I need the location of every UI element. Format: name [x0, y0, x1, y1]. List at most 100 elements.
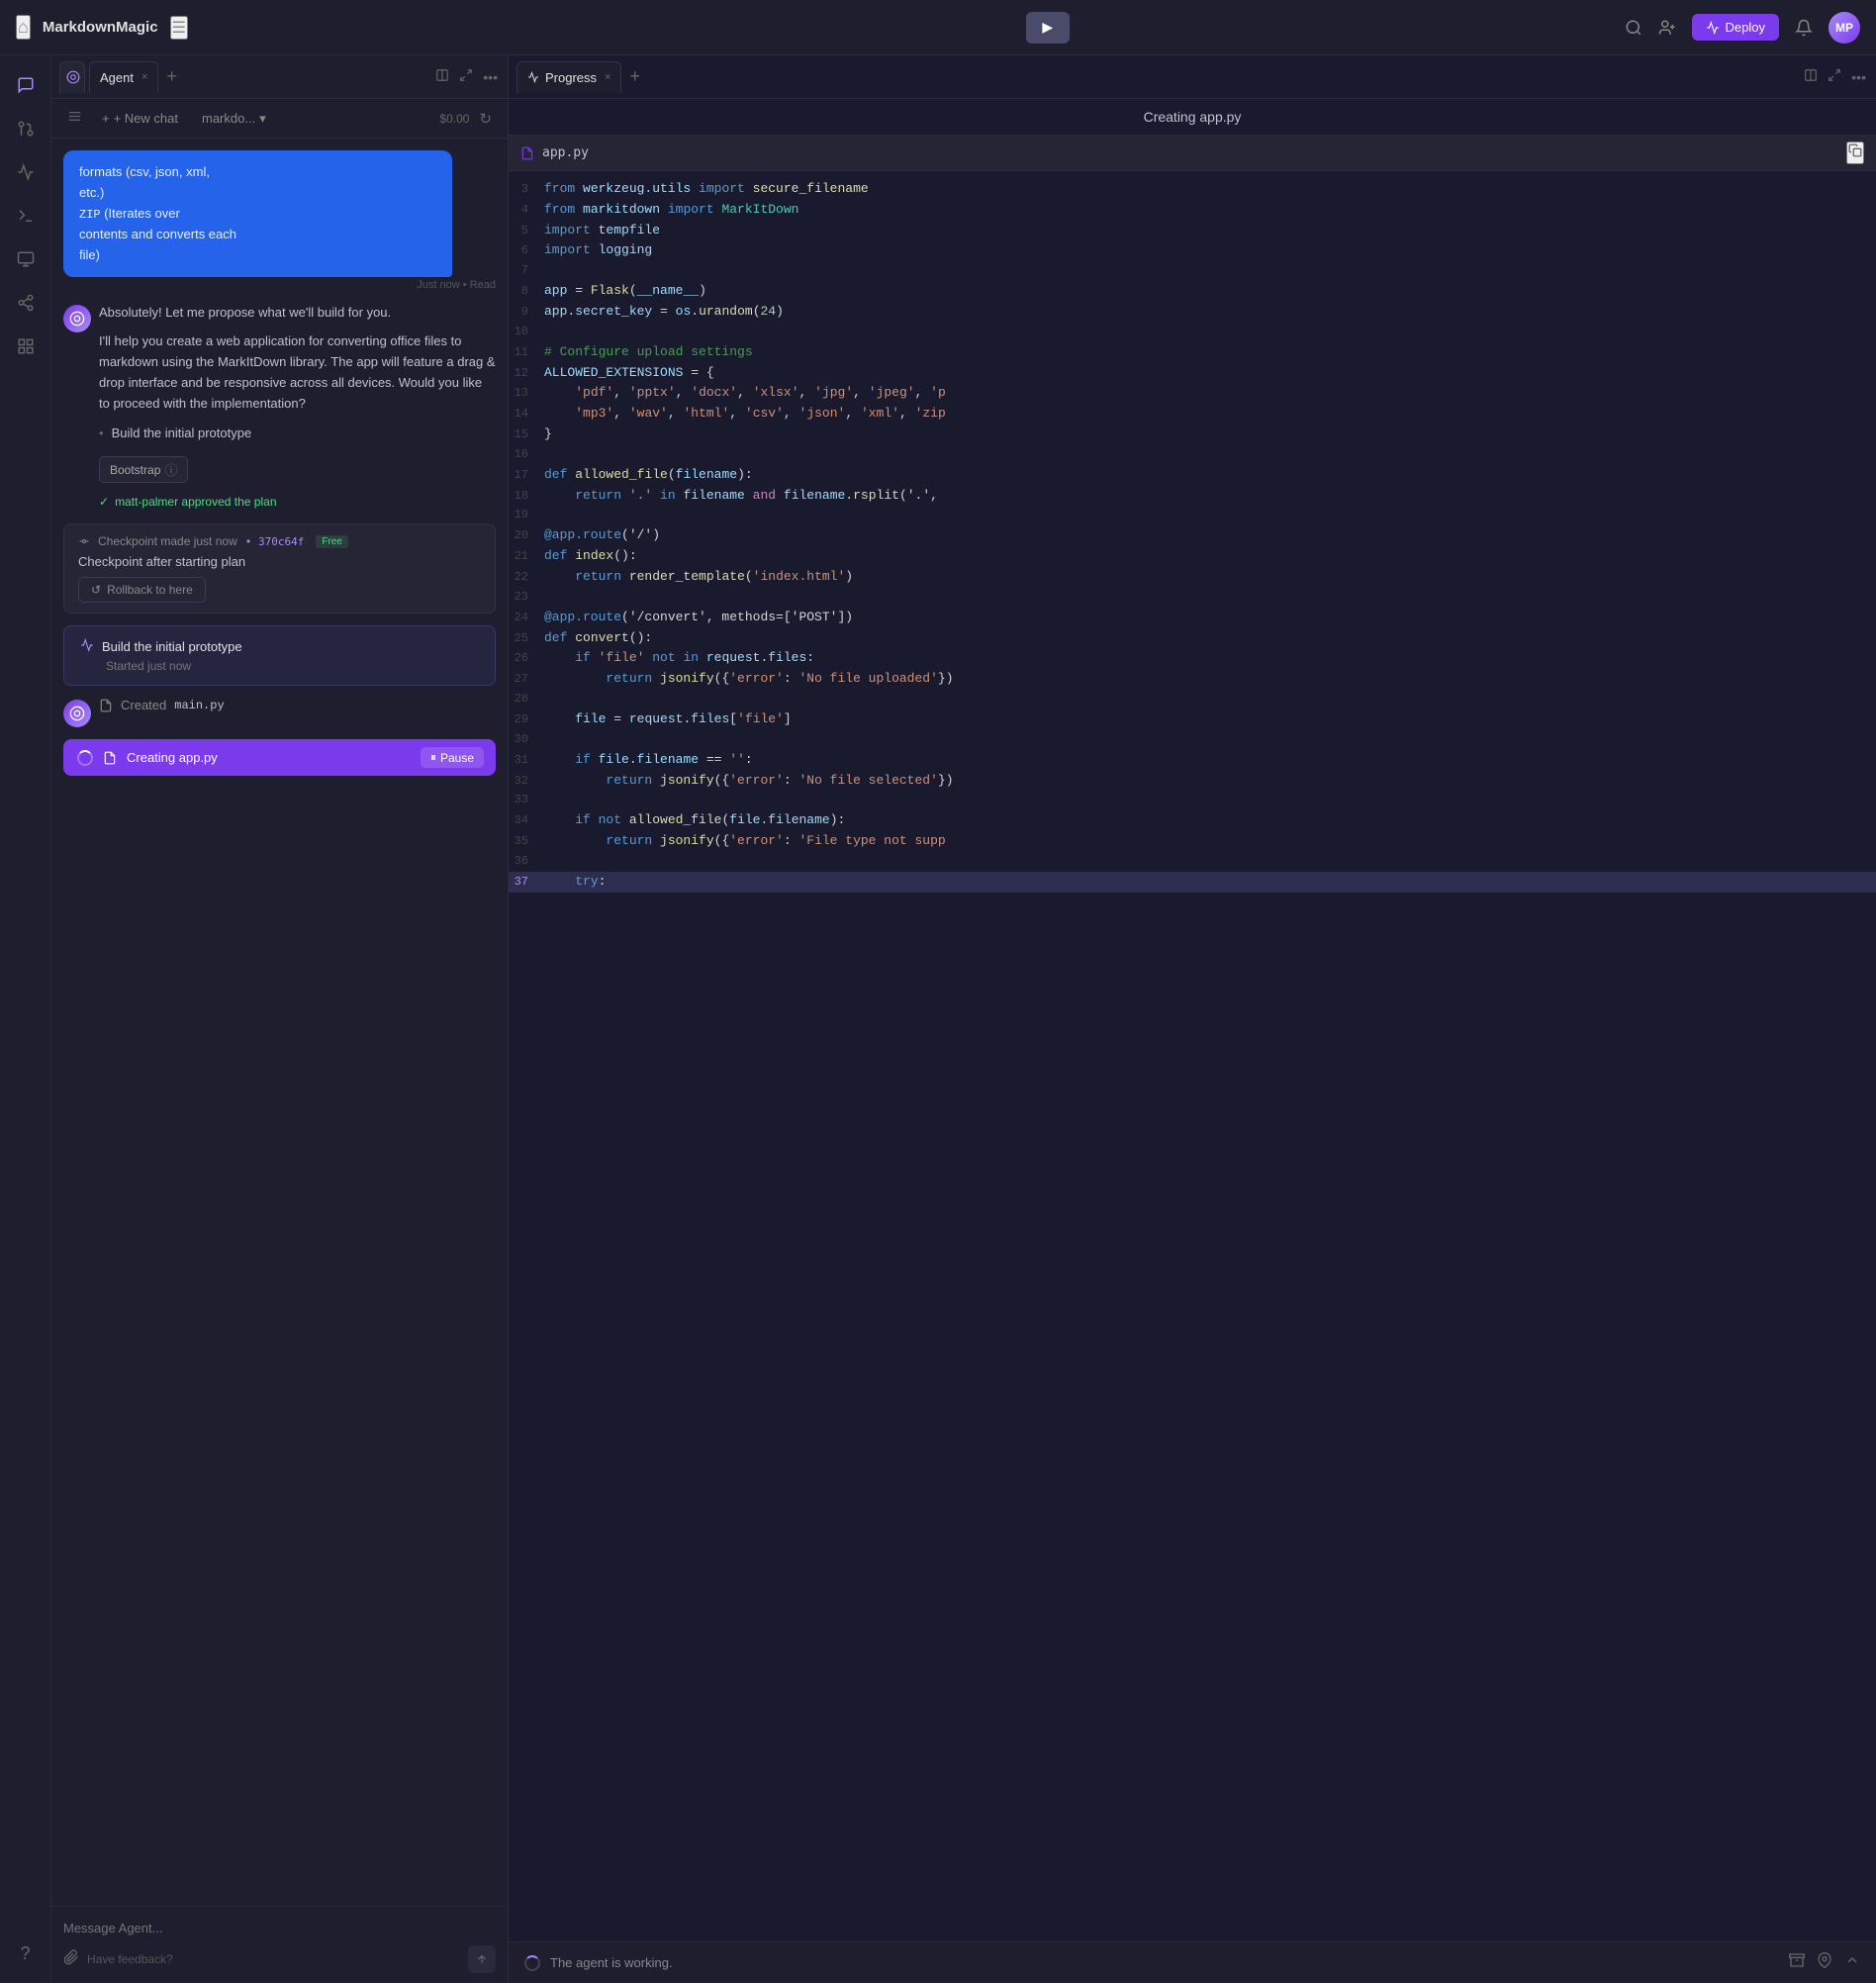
app-title: MarkdownMagic: [43, 19, 158, 36]
notifications-button[interactable]: [1795, 19, 1813, 37]
right-tab-add-button[interactable]: +: [625, 66, 644, 87]
home-button[interactable]: ⌂: [16, 15, 31, 40]
editor-filename: app.py: [542, 145, 589, 160]
message-timestamp-1: Just now • Read: [63, 279, 496, 291]
code-line-27: 27 return jsonify({'error': 'No file upl…: [509, 669, 1876, 690]
created-file-ref: main.py: [174, 699, 224, 712]
copy-button[interactable]: [1846, 142, 1864, 164]
tab-agent-icon: [59, 61, 85, 93]
agent-text-1: Absolutely! Let me propose what we'll bu…: [99, 303, 496, 512]
sidebar-icon-deploy[interactable]: [8, 154, 44, 190]
progress-spinner: [77, 750, 93, 766]
code-line-19: 19: [509, 506, 1876, 525]
progress-label: Creating app.py: [127, 750, 218, 765]
user-message-1: formats (csv, json, xml,etc.)ZIP (Iterat…: [63, 150, 496, 291]
code-line-29: 29 file = request.files['file']: [509, 709, 1876, 730]
sidebar-icon-monitor[interactable]: [8, 241, 44, 277]
code-line-22: 22 return render_template('index.html'): [509, 567, 1876, 588]
sidebar-icon-grid[interactable]: [8, 329, 44, 364]
checkpoint-title: Checkpoint after starting plan: [78, 554, 481, 569]
main-content: ? Agent × +: [0, 55, 1876, 1983]
sidebar-icon-git[interactable]: [8, 111, 44, 146]
tab-agent[interactable]: Agent ×: [89, 61, 158, 93]
code-line-3: 3from werkzeug.utils import secure_filen…: [509, 179, 1876, 200]
sidebar-icon-terminal[interactable]: [8, 198, 44, 234]
split-view-button[interactable]: [433, 66, 451, 87]
task-icon: [80, 638, 94, 655]
code-line-35: 35 return jsonify({'error': 'File type n…: [509, 831, 1876, 852]
code-line-31: 31 if file.filename == '':: [509, 750, 1876, 771]
new-chat-button[interactable]: + + New chat: [94, 107, 186, 130]
right-panel-tabs: Progress × + •••: [509, 55, 1876, 99]
header-center: ▶: [471, 12, 1625, 44]
left-sidebar: ?: [0, 55, 51, 1983]
collapse-button[interactable]: [1844, 1952, 1860, 1973]
agent-action-message: Created main.py: [63, 698, 496, 727]
deploy-button[interactable]: Deploy: [1692, 14, 1779, 41]
task-card: Build the initial prototype Started just…: [63, 625, 496, 686]
code-line-30: 30: [509, 730, 1876, 750]
code-line-37: 37 try:: [509, 872, 1876, 893]
tab-agent-close[interactable]: ×: [141, 71, 147, 83]
chat-input-row: Have feedback?: [63, 1939, 496, 1973]
pause-button[interactable]: ⏸ Pause: [421, 747, 484, 768]
tab-add-button[interactable]: +: [162, 66, 181, 87]
panel-tabs: Agent × + •••: [51, 55, 508, 99]
plan-item-1: Build the initial prototype: [99, 422, 496, 446]
sidebar-icon-chat[interactable]: [8, 67, 44, 103]
code-line-21: 21def index():: [509, 546, 1876, 567]
right-split-view-button[interactable]: [1802, 66, 1820, 87]
tab-progress[interactable]: Progress ×: [516, 61, 621, 93]
progress-bar: Creating app.py ⏸ Pause: [63, 739, 496, 776]
checkpoint-card: Checkpoint made just now • 370c64f Free …: [63, 523, 496, 614]
right-more-button[interactable]: •••: [1849, 67, 1868, 87]
code-line-16: 16: [509, 445, 1876, 465]
chat-toolbar: + + New chat markdo... ▾ $0.00 ↻: [51, 99, 508, 139]
archive-button[interactable]: [1789, 1952, 1805, 1973]
tab-actions: •••: [433, 66, 500, 87]
more-options-button[interactable]: •••: [481, 67, 500, 87]
code-line-8: 8app = Flask(__name__): [509, 281, 1876, 302]
tab-progress-close[interactable]: ×: [605, 71, 610, 83]
code-line-7: 7: [509, 261, 1876, 281]
editor-file-tab: app.py: [509, 136, 1876, 171]
search-button[interactable]: [1625, 19, 1642, 37]
sidebar-icon-help[interactable]: ?: [8, 1936, 44, 1971]
right-tab-actions: •••: [1802, 66, 1868, 87]
bootstrap-badge[interactable]: Bootstrap ⓘ: [99, 456, 188, 483]
send-button[interactable]: [468, 1945, 496, 1973]
code-line-23: 23: [509, 588, 1876, 608]
header-right: Deploy MP: [1625, 12, 1860, 44]
rollback-button[interactable]: ↺ Rollback to here: [78, 577, 206, 603]
pin-button[interactable]: [1817, 1952, 1832, 1973]
info-icon: ⓘ: [164, 460, 177, 479]
chat-messages: formats (csv, json, xml,etc.)ZIP (Iterat…: [51, 139, 508, 1906]
code-line-18: 18 return '.' in filename and filename.r…: [509, 486, 1876, 507]
play-button[interactable]: ▶: [1026, 12, 1070, 44]
chat-selector[interactable]: markdo... ▾: [194, 107, 274, 131]
menu-button[interactable]: [63, 105, 86, 132]
message-input[interactable]: [63, 1917, 496, 1939]
add-user-button[interactable]: [1658, 19, 1676, 37]
code-line-9: 9app.secret_key = os.urandom(24): [509, 302, 1876, 323]
right-expand-button[interactable]: [1826, 66, 1843, 87]
user-avatar[interactable]: MP: [1829, 12, 1860, 44]
status-text: The agent is working.: [550, 1955, 673, 1970]
right-status-bar: The agent is working.: [509, 1941, 1876, 1983]
code-line-11: 11# Configure upload settings: [509, 342, 1876, 363]
expand-button[interactable]: [457, 66, 475, 87]
pause-icon: ⏸: [430, 750, 436, 765]
code-line-13: 13 'pdf', 'pptx', 'docx', 'xlsx', 'jpg',…: [509, 383, 1876, 404]
sidebar-icon-branch[interactable]: [8, 285, 44, 321]
code-line-6: 6import logging: [509, 240, 1876, 261]
agent-avatar-1: [63, 305, 91, 332]
code-editor[interactable]: 3from werkzeug.utils import secure_filen…: [509, 171, 1876, 1941]
attach-button[interactable]: [63, 1949, 79, 1970]
layout-toggle-button[interactable]: ☰: [170, 16, 188, 40]
code-line-20: 20@app.route('/'): [509, 525, 1876, 546]
code-line-17: 17def allowed_file(filename):: [509, 465, 1876, 486]
agent-action-content: Created main.py: [99, 698, 225, 712]
user-message-content-1: formats (csv, json, xml,etc.)ZIP (Iterat…: [63, 150, 452, 277]
code-line-33: 33: [509, 791, 1876, 810]
refresh-cost-button[interactable]: ↻: [475, 106, 496, 132]
